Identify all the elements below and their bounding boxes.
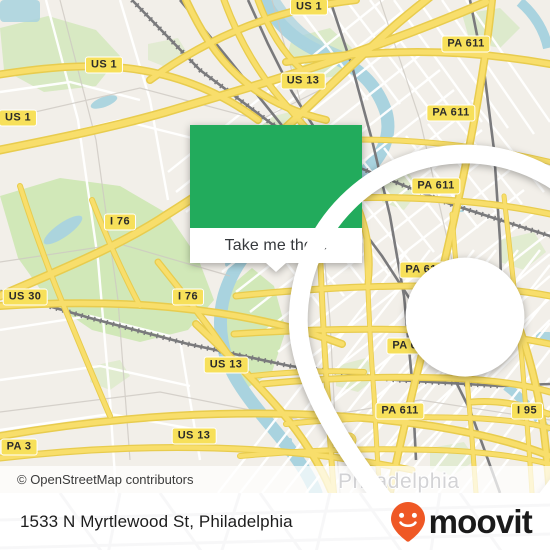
road-shield: US 13 bbox=[280, 72, 326, 90]
road-shield: PA 611 bbox=[441, 35, 491, 53]
popup-pointer bbox=[266, 263, 286, 272]
destination-popup-card[interactable]: Take me there bbox=[190, 125, 550, 493]
road-shield: US 1 bbox=[289, 0, 329, 16]
address-label: 1533 N Myrtlewood St, Philadelphia bbox=[20, 511, 293, 531]
moovit-smiling-pin-icon bbox=[390, 501, 425, 542]
map-canvas[interactable]: Philadelphia US 1US 1US 1US 13PA 611PA 6… bbox=[0, 0, 550, 493]
road-shield: PA 3 bbox=[0, 438, 38, 456]
screenshot-root: Philadelphia US 1US 1US 1US 13PA 611PA 6… bbox=[0, 0, 550, 550]
road-shield: US 30 bbox=[2, 288, 48, 306]
popup-icon-area bbox=[190, 125, 550, 493]
map-attribution-bar: © OpenStreetMap contributors bbox=[0, 466, 550, 493]
moovit-wordmark: moovit bbox=[428, 503, 533, 540]
road-shield: US 1 bbox=[0, 109, 38, 127]
footer-bar: 1533 N Myrtlewood St, Philadelphia moovi… bbox=[0, 493, 550, 550]
moovit-logo[interactable]: moovit bbox=[388, 500, 533, 544]
road-shield: US 1 bbox=[84, 56, 124, 74]
road-shield: PA 611 bbox=[426, 104, 476, 122]
location-pin-icon bbox=[288, 144, 550, 493]
road-shield: I 76 bbox=[104, 213, 136, 231]
osm-attribution-text[interactable]: © OpenStreetMap contributors bbox=[0, 472, 194, 487]
footer-content: 1533 N Myrtlewood St, Philadelphia moovi… bbox=[0, 493, 550, 550]
